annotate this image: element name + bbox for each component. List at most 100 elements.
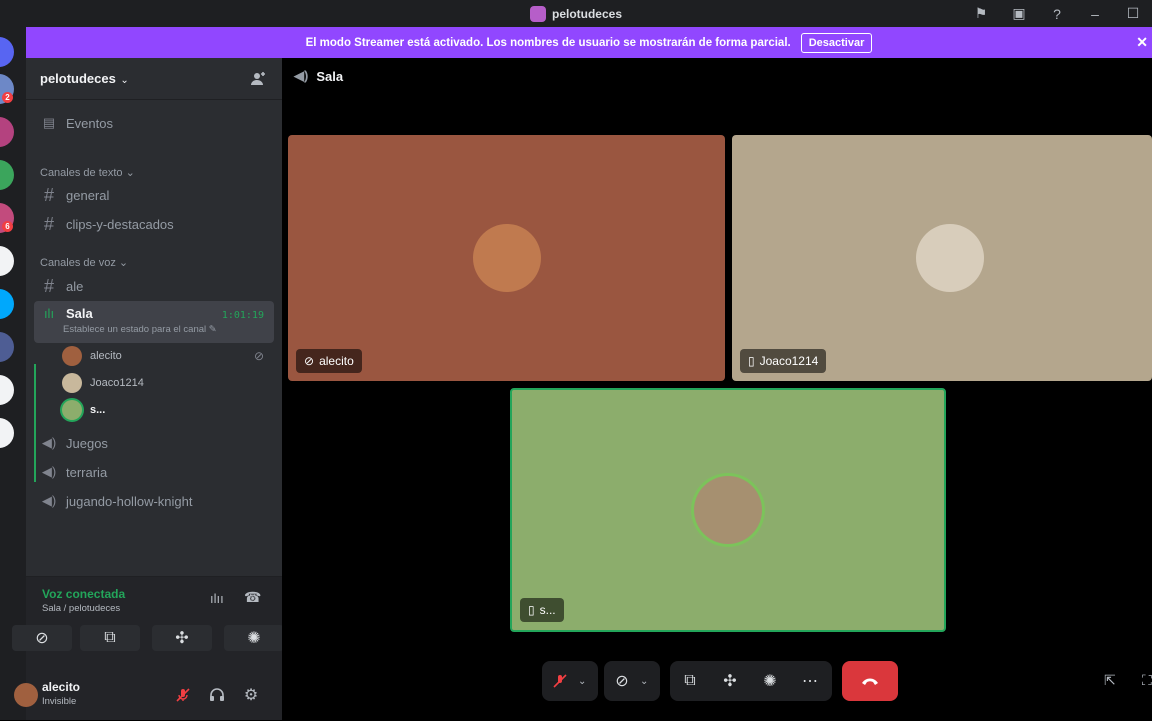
channel-status-text: Establece un estado para el canal [63, 324, 207, 335]
video-tile-speaking[interactable]: ▯ s... [510, 388, 946, 632]
home-server-icon[interactable] [0, 37, 14, 67]
window-title: pelotudeces [551, 6, 623, 21]
voice-location[interactable]: Sala / pelotudeces [42, 603, 120, 614]
server-icon [529, 5, 546, 22]
close-icon[interactable]: ✕ [1136, 34, 1148, 51]
camera-button[interactable]: ⊘ [12, 625, 72, 651]
voice-activity-icon: ılı [43, 306, 55, 321]
headphones-icon[interactable] [205, 683, 229, 707]
soundboard-icon[interactable]: ✺ [750, 661, 790, 701]
call-timer: 1:01:19 [221, 310, 264, 321]
channel-label: Juegos [66, 435, 108, 451]
channel-ale[interactable]: # ale [34, 272, 274, 300]
speaker-icon: ◀) [41, 435, 57, 450]
channel-general[interactable]: # general [34, 181, 274, 209]
screen-share-icon[interactable]: ⧉ [670, 661, 710, 701]
inbox-icon[interactable]: ▣ [1000, 0, 1038, 27]
mute-icon[interactable] [171, 683, 195, 707]
calendar-icon: ▤ [42, 115, 56, 130]
activities-icon[interactable]: ✣ [710, 661, 750, 701]
camera-off-icon: ⊘ [254, 349, 265, 363]
avatar [694, 476, 762, 544]
server-icon-8[interactable] [0, 375, 14, 405]
tile-name-tag: ⊘ alecito [296, 349, 362, 373]
soundboard-button[interactable]: ✺ [224, 625, 284, 651]
mic-control: ⌄ [542, 661, 598, 701]
banner-text: El modo Streamer está activado. Los nomb… [305, 36, 791, 49]
tile-name-tag: ▯ Joaco1214 [740, 349, 827, 373]
flag-icon[interactable]: ⚑ [962, 0, 1000, 27]
channel-label: Sala [66, 306, 93, 321]
minimize-icon[interactable]: – [1076, 0, 1114, 27]
popout-icon[interactable]: ⇱ [1104, 672, 1116, 689]
chevron-down-icon[interactable]: ⌄ [578, 676, 586, 687]
channel-label: general [66, 187, 110, 203]
maximize-icon[interactable]: ☐ [1114, 0, 1152, 27]
soundboard-icon: ✺ [247, 630, 261, 647]
voice-connection-panel: Voz conectada Sala / pelotudeces ılıı ☎ … [12, 576, 284, 720]
user-status: Invisible [42, 696, 77, 707]
voice-category[interactable]: Canales de voz ⌄ [40, 256, 128, 269]
camera-off-icon: ⊘ [35, 630, 49, 647]
video-tile[interactable]: ⊘ alecito [288, 135, 725, 381]
voice-channel-terraria[interactable]: ◀) terraria [34, 458, 274, 486]
screen-share-button[interactable]: ⧉ [80, 625, 140, 651]
pencil-icon: ✎ [208, 324, 217, 335]
server-icon-3[interactable] [0, 160, 14, 190]
voice-channel-sala[interactable]: ılı Sala Establece un estado para el can… [34, 301, 274, 343]
chevron-down-icon: ⌄ [118, 257, 129, 269]
voice-user[interactable]: s... [62, 398, 105, 422]
voice-channel-hollow[interactable]: ◀) jugando-hollow-knight [34, 487, 274, 515]
voice-channel-juegos[interactable]: ◀) Juegos [34, 429, 274, 457]
server-icon-6[interactable] [0, 289, 14, 319]
hang-up-icon [862, 678, 878, 685]
events-item[interactable]: ▤ Eventos [34, 109, 274, 137]
window-title-group: pelotudeces [529, 5, 623, 22]
voice-user[interactable]: alecito [62, 344, 122, 368]
avatar [62, 400, 82, 420]
disable-streamer-button[interactable]: Desactivar [800, 32, 873, 53]
server-icon-2[interactable] [0, 117, 14, 147]
channel-label: jugando-hollow-knight [66, 493, 193, 509]
settings-gear-icon[interactable]: ⚙ [239, 683, 263, 707]
server-icon-5[interactable] [0, 246, 14, 276]
events-label: Eventos [66, 115, 113, 131]
channel-clips[interactable]: # clips-y-destacados [34, 210, 274, 238]
call-view: ◀) Sala ⊘ alecito ▯ Joaco1214 ▯ s... ⌄ ⊘… [282, 58, 1152, 720]
chevron-down-icon[interactable]: ⌄ [640, 676, 648, 687]
disconnect-icon[interactable]: ☎ [244, 589, 261, 606]
voice-user-name: s... [90, 404, 106, 416]
leave-call-button[interactable] [842, 661, 898, 701]
channel-status[interactable]: Establece un estado para el canal ✎ [63, 324, 217, 335]
noise-suppression-icon[interactable]: ılıı [210, 591, 224, 606]
user-name[interactable]: alecito [42, 680, 80, 694]
activities-icon: ✣ [175, 630, 189, 647]
tile-user-name: Joaco1214 [759, 354, 819, 368]
text-category[interactable]: Canales de texto ⌄ [40, 166, 135, 179]
speaker-icon: ◀) [294, 68, 309, 83]
title-bar: pelotudeces ⚑ ▣ ? – ☐ [0, 0, 1152, 27]
channel-label: terraria [66, 464, 108, 480]
camera-off-icon[interactable]: ⊘ [604, 661, 640, 701]
mute-icon[interactable] [542, 661, 578, 701]
server-icon-9[interactable] [0, 418, 14, 448]
video-tile[interactable]: ▯ Joaco1214 [732, 135, 1152, 381]
server-rail: 2 6 [0, 27, 26, 720]
mobile-icon: ▯ [748, 354, 755, 368]
fullscreen-icon[interactable]: ⛶ [1142, 672, 1152, 689]
avatar [473, 224, 541, 292]
activities-button[interactable]: ✣ [152, 625, 212, 651]
chevron-down-icon: ⌄ [120, 74, 129, 86]
avatar [916, 224, 984, 292]
tile-user-name: s... [539, 603, 556, 617]
screen-share-icon: ⧉ [104, 629, 116, 646]
server-header[interactable]: pelotudeces ⌄ [26, 58, 282, 100]
hash-icon: # [43, 275, 54, 296]
server-icon-7[interactable] [0, 332, 14, 362]
voice-user[interactable]: Joaco1214 [62, 371, 144, 395]
voice-user-name: alecito [90, 350, 122, 362]
help-icon[interactable]: ? [1038, 0, 1076, 27]
invite-user-icon[interactable] [250, 71, 266, 87]
more-icon[interactable]: ⋯ [790, 661, 830, 701]
avatar[interactable] [14, 683, 38, 707]
